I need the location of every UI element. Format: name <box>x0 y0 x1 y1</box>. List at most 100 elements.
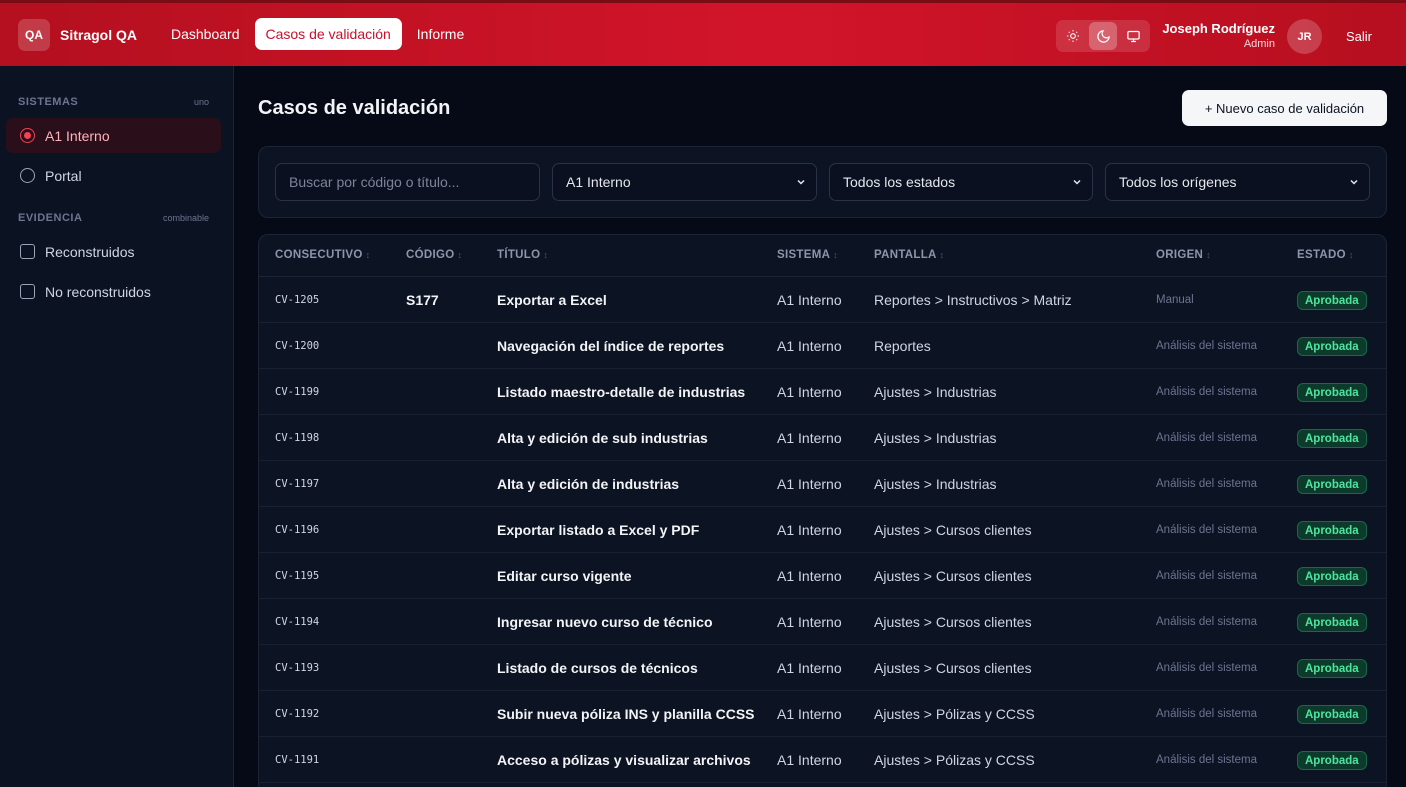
status-badge: Aprobada <box>1297 429 1367 448</box>
logout-button[interactable]: Salir <box>1346 29 1372 44</box>
top-navbar: QA Sitragol QA Dashboard Casos de valida… <box>0 0 1406 66</box>
titulo-cell: Listado maestro-detalle de industrias <box>497 384 746 400</box>
sort-icon: ↕ <box>1348 250 1354 260</box>
sistema-cell: A1 Interno <box>777 522 842 538</box>
moon-icon[interactable] <box>1089 22 1117 50</box>
origen-cell: Análisis del sistema <box>1156 708 1257 720</box>
avatar[interactable]: JR <box>1287 19 1322 54</box>
origin-select[interactable]: Todos los orígenes <box>1105 163 1370 201</box>
table-row[interactable]: CV-1199 Listado maestro-detalle de indust… <box>259 369 1386 415</box>
origen-cell: Análisis del sistema <box>1156 386 1257 398</box>
status-badge: Aprobada <box>1297 613 1367 632</box>
status-badge: Aprobada <box>1297 567 1367 586</box>
sistema-cell: A1 Interno <box>777 430 842 446</box>
table-row[interactable]: CV-1194 Ingresar nuevo curso de técnico A1… <box>259 599 1386 645</box>
column-header-sistema[interactable]: SISTEMA ↕ <box>777 249 838 261</box>
status-badge: Aprobada <box>1297 521 1367 540</box>
table-row[interactable]: CV-1197 Alta y edición de industrias A1 In… <box>259 461 1386 507</box>
app-name[interactable]: Sitragol QA <box>60 27 137 43</box>
nav-informe[interactable]: Informe <box>406 18 475 50</box>
table-row[interactable]: CV-1198 Alta y edición de sub industrias A… <box>259 415 1386 461</box>
column-header-estado[interactable]: ESTADO ↕ <box>1297 249 1354 261</box>
sidebar-item-label: Reconstruidos <box>45 243 135 260</box>
pantalla-cell: Reportes <box>874 338 931 354</box>
sort-icon: ↕ <box>457 250 463 260</box>
titulo-cell: Exportar listado a Excel y PDF <box>497 522 700 538</box>
evidence-section-header: EVIDENCIA combinable <box>18 212 209 224</box>
sidebar-item-label: A1 Interno <box>45 127 110 144</box>
table-row[interactable]: CV-1192 Subir nueva póliza INS y planilla… <box>259 691 1386 737</box>
table-row[interactable]: CV-1195 Editar curso vigente A1 Interno Aju… <box>259 553 1386 599</box>
table-row[interactable]: CV-1205 S177 Exportar a Excel A1 Interno Rep… <box>259 277 1386 323</box>
table-row[interactable]: CV-1200 Navegación del índice de reportes… <box>259 323 1386 369</box>
origen-cell: Análisis del sistema <box>1156 616 1257 628</box>
titulo-cell: Listado de cursos de técnicos <box>497 660 698 676</box>
sidebar: SISTEMAS uno A1 Interno Portal EVIDENCIA… <box>0 66 234 787</box>
sistema-cell: A1 Interno <box>777 568 842 584</box>
system-select-value: A1 Interno <box>566 174 631 190</box>
theme-switcher <box>1056 20 1150 52</box>
checkbox-icon <box>20 244 35 259</box>
sidebar-item-a1-interno[interactable]: A1 Interno <box>6 118 221 153</box>
nav-casos-validacion[interactable]: Casos de validación <box>254 18 402 50</box>
search-input[interactable]: Buscar por código o título... <box>275 163 540 201</box>
column-header-pantalla[interactable]: PANTALLA ↕ <box>874 249 944 261</box>
new-validation-case-button[interactable]: + Nuevo caso de validación <box>1182 90 1387 126</box>
table-row[interactable]: CV-1193 Listado de cursos de técnicos A1 I… <box>259 645 1386 691</box>
status-badge: Aprobada <box>1297 337 1367 356</box>
sistema-cell: A1 Interno <box>777 706 842 722</box>
checkbox-icon <box>20 284 35 299</box>
consecutivo-cell: CV-1197 <box>275 478 320 490</box>
titulo-cell: Ingresar nuevo curso de técnico <box>497 614 713 630</box>
status-badge: Aprobada <box>1297 751 1367 770</box>
origen-cell: Análisis del sistema <box>1156 340 1257 352</box>
titulo-cell: Subir nueva póliza INS y planilla CCSS <box>497 706 755 722</box>
monitor-icon[interactable] <box>1119 22 1147 50</box>
systems-title: SISTEMAS <box>18 96 79 108</box>
sort-icon: ↕ <box>833 250 839 260</box>
nav-dashboard[interactable]: Dashboard <box>160 18 251 50</box>
sidebar-item-label: No reconstruidos <box>45 283 151 300</box>
chevron-down-icon <box>797 179 805 185</box>
status-select[interactable]: Todos los estados <box>829 163 1093 201</box>
titulo-cell: Navegación del índice de reportes <box>497 338 725 354</box>
pantalla-cell: Ajustes > Industrias <box>874 476 997 492</box>
system-select[interactable]: A1 Interno <box>552 163 817 201</box>
systems-section-header: SISTEMAS uno <box>18 96 209 108</box>
table-row[interactable]: CV-1196 Exportar listado a Excel y PDF A1 … <box>259 507 1386 553</box>
evidence-title: EVIDENCIA <box>18 212 83 224</box>
sistema-cell: A1 Interno <box>777 338 842 354</box>
consecutivo-cell: CV-1199 <box>275 386 320 398</box>
origen-cell: Análisis del sistema <box>1156 524 1257 536</box>
table-row[interactable]: CV-1191 Acceso a pólizas y visualizar arc… <box>259 737 1386 783</box>
consecutivo-cell: CV-1195 <box>275 570 320 582</box>
sidebar-item-reconstruidos[interactable]: Reconstruidos <box>6 234 221 269</box>
pantalla-cell: Ajustes > Cursos clientes <box>874 568 1032 584</box>
radio-icon <box>20 168 35 183</box>
pantalla-cell: Ajustes > Cursos clientes <box>874 660 1032 676</box>
column-header-codigo[interactable]: CÓDIGO ↕ <box>406 249 462 261</box>
sidebar-item-no-reconstruidos[interactable]: No reconstruidos <box>6 274 221 309</box>
column-header-consecutivo[interactable]: CONSECUTIVO ↕ <box>275 249 370 261</box>
titulo-cell: Editar curso vigente <box>497 568 632 584</box>
validation-cases-table: CONSECUTIVO ↕ CÓDIGO ↕ TÍTULO ↕ SISTEMA ↕ PA… <box>258 234 1387 787</box>
table-header: CONSECUTIVO ↕ CÓDIGO ↕ TÍTULO ↕ SISTEMA ↕ PA… <box>259 235 1386 277</box>
status-select-value: Todos los estados <box>843 174 956 190</box>
chevron-down-icon <box>1350 179 1358 185</box>
titulo-cell: Alta y edición de sub industrias <box>497 430 708 446</box>
radio-selected-icon <box>20 128 35 143</box>
pantalla-cell: Ajustes > Pólizas y CCSS <box>874 706 1035 722</box>
consecutivo-cell: CV-1194 <box>275 616 320 628</box>
origen-cell: Análisis del sistema <box>1156 754 1257 766</box>
sidebar-item-portal[interactable]: Portal <box>6 158 221 193</box>
column-header-origen[interactable]: ORIGEN ↕ <box>1156 249 1211 261</box>
sun-icon[interactable] <box>1059 22 1087 50</box>
column-header-titulo[interactable]: TÍTULO ↕ <box>497 249 548 261</box>
status-badge: Aprobada <box>1297 291 1367 310</box>
origen-cell: Manual <box>1156 294 1194 306</box>
app-logo[interactable]: QA <box>18 19 50 51</box>
titulo-cell: Acceso a pólizas y visualizar archivos <box>497 752 751 768</box>
user-role: Admin <box>1243 38 1275 50</box>
sistema-cell: A1 Interno <box>777 752 842 768</box>
pantalla-cell: Ajustes > Pólizas y CCSS <box>874 752 1035 768</box>
